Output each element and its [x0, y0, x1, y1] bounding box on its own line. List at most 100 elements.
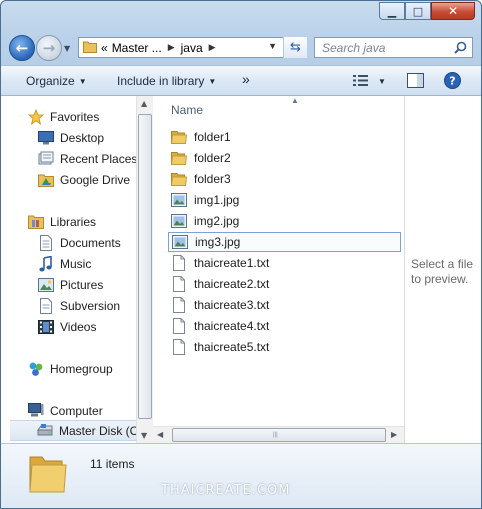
breadcrumb-overflow[interactable]: «: [101, 41, 108, 55]
nav-label: Libraries: [50, 214, 97, 229]
command-bar: Organize ▼ Include in library ▼ » ▼ ?: [1, 65, 481, 96]
text-file-icon: [171, 318, 187, 334]
file-list-item[interactable]: folder3: [171, 169, 231, 189]
file-list-item[interactable]: thaicreate1.txt: [171, 253, 269, 273]
nav-recent-places[interactable]: Recent Places: [38, 148, 136, 169]
star-icon: [28, 108, 44, 125]
file-name: thaicreate5.txt: [194, 340, 270, 354]
scroll-up-arrow-icon[interactable]: ▲: [141, 99, 147, 108]
nav-desktop[interactable]: Desktop: [38, 127, 104, 148]
file-list-item[interactable]: thaicreate5.txt: [171, 337, 269, 357]
pictures-icon: [38, 277, 54, 293]
scroll-right-arrow-icon[interactable]: ▶: [391, 430, 397, 439]
file-list-item[interactable]: folder1: [171, 127, 231, 147]
address-row: ← → ▼ « Master ... ▶ java ▶ ▼ ⇆ Search j…: [1, 31, 481, 65]
history-dropdown-icon[interactable]: ▼: [64, 44, 70, 53]
nav-label: Desktop: [60, 130, 105, 145]
chevron-down-icon: ▼: [208, 77, 217, 86]
file-name: thaicreate1.txt: [194, 256, 270, 270]
include-in-library-label: Include in library: [117, 74, 205, 88]
file-list-item[interactable]: img2.jpg: [171, 211, 239, 231]
minimize-button[interactable]: ▁: [379, 2, 405, 20]
chevron-down-icon: ▼: [78, 77, 87, 86]
image-file-icon: [171, 192, 187, 208]
column-header-name[interactable]: Name: [171, 103, 203, 117]
file-list-item[interactable]: thaicreate3.txt: [171, 295, 269, 315]
file-name: folder1: [194, 130, 231, 144]
file-name: img3.jpg: [195, 235, 241, 249]
view-list-icon: [353, 75, 368, 86]
preview-pane-button[interactable]: [407, 73, 424, 91]
organize-button[interactable]: Organize ▼: [26, 74, 87, 88]
nav-homegroup[interactable]: Homegroup: [28, 358, 113, 379]
file-name: img2.jpg: [194, 214, 240, 228]
nav-favorites[interactable]: Favorites: [28, 106, 99, 127]
refresh-button[interactable]: ⇆: [283, 37, 307, 58]
file-name: img1.jpg: [194, 193, 240, 207]
address-bar[interactable]: « Master ... ▶ java ▶ ▼: [78, 37, 307, 58]
title-bar[interactable]: ▁ □ ✕: [1, 1, 481, 31]
nav-label: Google Drive: [60, 172, 131, 187]
nav-master-disk[interactable]: Master Disk (C: [10, 420, 136, 441]
help-button[interactable]: ?: [444, 72, 461, 92]
nav-pane-scrollbar[interactable]: ▲ ▼: [136, 96, 153, 443]
folder-icon: [171, 171, 187, 187]
folder-icon: [171, 150, 187, 166]
file-name: thaicreate3.txt: [194, 298, 270, 312]
scroll-left-arrow-icon[interactable]: ◀: [157, 430, 163, 439]
breadcrumb-master[interactable]: Master ...: [112, 41, 162, 55]
file-list-horizontal-scrollbar[interactable]: ◀ ||| ▶: [153, 426, 404, 443]
nav-music[interactable]: Music: [38, 253, 91, 274]
search-input[interactable]: Search java: [314, 37, 473, 58]
computer-icon: [28, 403, 44, 419]
watermark: THAICREATE.COM: [161, 483, 291, 498]
subversion-icon: [38, 297, 54, 314]
nav-libraries[interactable]: Libraries: [28, 211, 96, 232]
breadcrumb-separator-icon[interactable]: ▶: [209, 42, 216, 53]
more-commands-button[interactable]: »: [242, 71, 250, 87]
include-in-library-button[interactable]: Include in library ▼: [117, 74, 216, 88]
hard-drive-icon: [37, 423, 53, 439]
back-button[interactable]: ←: [9, 35, 35, 61]
text-file-icon: [171, 255, 187, 271]
scroll-thumb[interactable]: |||: [172, 428, 386, 442]
preview-pane-icon: [407, 73, 424, 88]
nav-label: Documents: [60, 235, 121, 250]
scroll-down-arrow-icon[interactable]: ▼: [141, 431, 147, 440]
nav-pictures[interactable]: Pictures: [38, 274, 103, 295]
file-name: folder2: [194, 151, 231, 165]
preview-pane: Select a file to preview.: [404, 96, 481, 443]
nav-label: Computer: [50, 403, 103, 418]
change-view-button[interactable]: [353, 74, 369, 90]
file-list-item[interactable]: thaicreate2.txt: [171, 274, 269, 294]
nav-computer[interactable]: Computer: [28, 400, 103, 421]
file-list-item[interactable]: img3.jpg: [168, 232, 401, 252]
file-list-item[interactable]: folder2: [171, 148, 231, 168]
address-dropdown-icon[interactable]: ▼: [268, 41, 277, 51]
libraries-icon: [28, 214, 44, 230]
nav-documents[interactable]: Documents: [38, 232, 121, 253]
nav-subversion[interactable]: Subversion: [38, 295, 120, 316]
file-list-item[interactable]: thaicreate4.txt: [171, 316, 269, 336]
minimize-icon: ▁: [387, 4, 397, 18]
caption-buttons: ▁ □ ✕: [379, 2, 475, 20]
text-file-icon: [171, 297, 187, 313]
nav-label: Subversion: [60, 298, 121, 313]
breadcrumb-separator-icon[interactable]: ▶: [168, 42, 175, 53]
nav-videos[interactable]: Videos: [38, 316, 96, 337]
maximize-button[interactable]: □: [405, 2, 431, 20]
videos-icon: [38, 319, 54, 335]
close-button[interactable]: ✕: [431, 2, 475, 20]
search-icon[interactable]: [454, 41, 467, 57]
music-icon: [38, 255, 54, 272]
file-name: thaicreate2.txt: [194, 277, 270, 291]
scroll-thumb[interactable]: [138, 114, 152, 419]
content-area: Favorites Desktop Recent Places Google D…: [1, 96, 481, 443]
file-list: ▲ Name folder1 folder2 folder3 img1.jpg img2…: [153, 96, 404, 443]
folder-icon: [83, 40, 97, 56]
file-list-item[interactable]: img1.jpg: [171, 190, 239, 210]
nav-google-drive[interactable]: Google Drive: [38, 169, 130, 190]
breadcrumb-java[interactable]: java: [181, 41, 203, 55]
view-options-dropdown-icon[interactable]: ▼: [378, 77, 386, 86]
forward-button[interactable]: →: [36, 35, 62, 61]
